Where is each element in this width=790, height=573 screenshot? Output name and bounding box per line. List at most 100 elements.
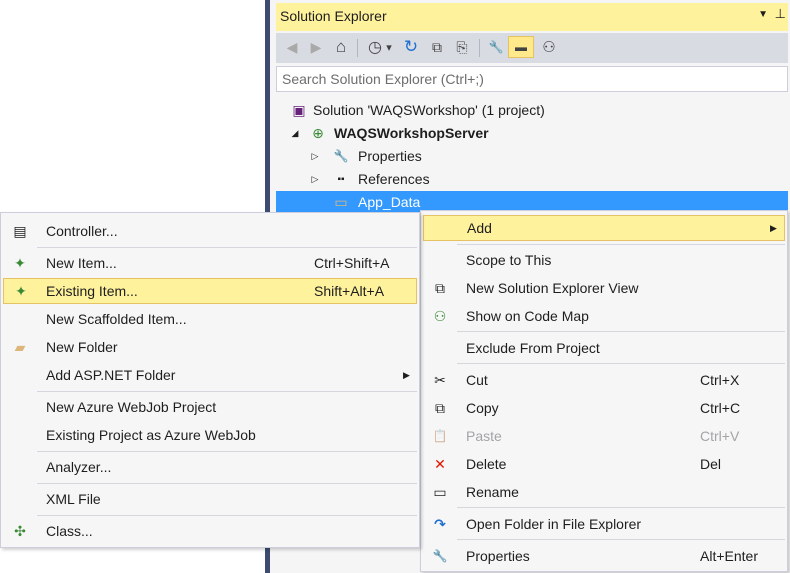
menu-item-shortcut: Ctrl+X <box>700 372 740 388</box>
menu-item-new-item[interactable]: ✦ New Item... Ctrl+Shift+A <box>3 250 417 276</box>
menu-item-label: New Scaffolded Item... <box>46 311 187 327</box>
menu-item-new-scaffolded-item[interactable]: New Scaffolded Item... <box>3 306 417 332</box>
tree-item-label: WAQSWorkshopServer <box>334 125 489 141</box>
menu-item-label: Open Folder in File Explorer <box>466 516 642 532</box>
show-all-files-icon[interactable]: ⎘ <box>451 36 473 58</box>
menu-item-rename[interactable]: ▭ Rename <box>423 479 785 505</box>
solution-explorer-title-bar: Solution Explorer ▼ ⊥ <box>276 3 788 31</box>
menu-item-class[interactable]: ✣ Class... <box>3 518 417 544</box>
context-menu: Add ▶ Scope to This ⧉ New Solution Explo… <box>420 210 788 572</box>
menu-item-label: New Folder <box>46 339 118 355</box>
menu-item-label: Controller... <box>46 223 118 239</box>
code-map-icon: ⚇ <box>433 308 447 324</box>
search-input[interactable]: Search Solution Explorer (Ctrl+;) <box>276 66 788 92</box>
delete-icon: ✕ <box>434 456 446 472</box>
references-icon: ▪▪ <box>337 174 345 185</box>
menu-item-new-azure-webjob-project[interactable]: New Azure WebJob Project <box>3 394 417 420</box>
menu-item-label: Rename <box>466 484 519 500</box>
menu-item-label: New Azure WebJob Project <box>46 399 217 415</box>
code-map-icon[interactable]: ⚇ <box>538 36 560 58</box>
menu-item-label: Cut <box>466 372 488 388</box>
tree-item-references[interactable]: ▷ ▪▪ References <box>276 168 788 191</box>
menu-item-label: Delete <box>466 456 507 472</box>
submenu-arrow-icon: ▶ <box>770 223 777 233</box>
tree-item-project[interactable]: ◢ ⊕ WAQSWorkshopServer <box>276 122 788 145</box>
menu-item-label: Copy <box>466 400 499 416</box>
open-folder-icon: ↷ <box>434 516 446 532</box>
menu-item-copy[interactable]: ⧉ Copy Ctrl+C <box>423 395 785 421</box>
menu-item-label: Class... <box>46 523 93 539</box>
menu-separator <box>457 331 785 332</box>
menu-item-add-aspnet-folder[interactable]: Add ASP.NET Folder ▶ <box>3 362 417 388</box>
menu-item-label: New Item... <box>46 255 117 271</box>
menu-separator <box>37 515 417 516</box>
menu-item-label: New Solution Explorer View <box>466 280 639 296</box>
web-project-icon: ⊕ <box>312 125 324 141</box>
wrench-icon: 🔧 <box>333 149 349 163</box>
collapse-triangle-icon[interactable]: ◢ <box>289 122 301 145</box>
menu-item-analyzer[interactable]: Analyzer... <box>3 454 417 480</box>
menu-item-open-folder[interactable]: ↷ Open Folder in File Explorer <box>423 511 785 537</box>
controller-icon: ▤ <box>13 223 27 239</box>
menu-item-shortcut: Del <box>700 456 722 472</box>
menu-item-existing-item[interactable]: ✦ Existing Item... Shift+Alt+A <box>3 278 417 304</box>
expand-triangle-icon[interactable]: ▷ <box>309 168 321 191</box>
new-view-icon: ⧉ <box>435 280 445 296</box>
menu-item-shortcut: Ctrl+C <box>700 400 741 416</box>
class-icon: ✣ <box>14 523 26 539</box>
menu-separator <box>37 483 417 484</box>
preview-selected-icon[interactable]: ▬ <box>508 36 534 58</box>
menu-item-label: Exclude From Project <box>466 340 600 356</box>
tree-item-label: App_Data <box>358 194 421 210</box>
menu-item-existing-project-as-azure-webjob[interactable]: Existing Project as Azure WebJob <box>3 422 417 448</box>
menu-item-label: XML File <box>46 491 101 507</box>
menu-item-controller[interactable]: ▤ Controller... <box>3 218 417 244</box>
menu-separator <box>457 363 785 364</box>
menu-item-properties[interactable]: 🔧 Properties Alt+Enter <box>423 543 785 569</box>
panel-title: Solution Explorer <box>280 8 387 24</box>
cut-icon: ✂ <box>434 372 446 388</box>
menu-item-scope-to-this[interactable]: Scope to This <box>423 247 785 273</box>
folder-icon: ▭ <box>334 194 348 210</box>
tree-item-label: References <box>358 171 430 187</box>
properties-wrench-icon[interactable]: 🔧 <box>485 36 507 58</box>
tree-item-properties[interactable]: ▷ 🔧 Properties <box>276 145 788 168</box>
menu-item-xml-file[interactable]: XML File <box>3 486 417 512</box>
collapse-all-icon[interactable]: ⧉ <box>426 36 448 58</box>
expand-triangle-icon[interactable]: ▷ <box>309 145 321 168</box>
properties-icon: 🔧 <box>432 549 448 563</box>
menu-separator <box>37 247 417 248</box>
home-icon[interactable]: ⌂ <box>330 36 352 58</box>
toolbar-separator <box>357 39 358 57</box>
menu-separator <box>37 451 417 452</box>
forward-icon[interactable]: ▶ <box>305 36 327 58</box>
menu-item-label: Add <box>467 220 492 236</box>
dropdown-arrow-icon[interactable]: ▾ <box>382 36 396 58</box>
menu-item-label: Paste <box>466 428 502 444</box>
solution-explorer-toolbar: ◀ ▶ ⌂ ◷ ▾ ↻ ⧉ ⎘ 🔧 ▬ ⚇ <box>276 33 788 63</box>
menu-item-new-solution-explorer-view[interactable]: ⧉ New Solution Explorer View <box>423 275 785 301</box>
menu-separator <box>457 539 785 540</box>
new-folder-icon: ▰ <box>14 339 26 355</box>
menu-item-label: Analyzer... <box>46 459 112 475</box>
menu-item-shortcut: Shift+Alt+A <box>314 283 385 299</box>
menu-item-shortcut: Ctrl+Shift+A <box>314 255 390 271</box>
sync-icon[interactable]: ↻ <box>400 36 422 58</box>
menu-item-exclude-from-project[interactable]: Exclude From Project <box>423 335 785 361</box>
existing-item-icon: ✦ <box>15 283 27 299</box>
menu-separator <box>457 507 785 508</box>
menu-item-add[interactable]: Add ▶ <box>423 215 785 241</box>
menu-item-new-folder[interactable]: ▰ New Folder <box>3 334 417 360</box>
menu-item-delete[interactable]: ✕ Delete Del <box>423 451 785 477</box>
tree-item-label: Solution 'WAQSWorkshop' (1 project) <box>313 102 545 118</box>
menu-item-cut[interactable]: ✂ Cut Ctrl+X <box>423 367 785 393</box>
tree-item-solution[interactable]: ▣ Solution 'WAQSWorkshop' (1 project) <box>276 99 788 122</box>
rename-icon: ▭ <box>433 484 447 500</box>
menu-separator <box>37 391 417 392</box>
auto-hide-pin-icon[interactable]: ⊥ <box>775 6 786 22</box>
window-position-dropdown-icon[interactable]: ▼ <box>758 9 768 20</box>
menu-item-paste[interactable]: 📋 Paste Ctrl+V <box>423 423 785 449</box>
menu-item-show-on-code-map[interactable]: ⚇ Show on Code Map <box>423 303 785 329</box>
add-submenu: ▤ Controller... ✦ New Item... Ctrl+Shift… <box>0 212 420 548</box>
back-icon[interactable]: ◀ <box>281 36 303 58</box>
